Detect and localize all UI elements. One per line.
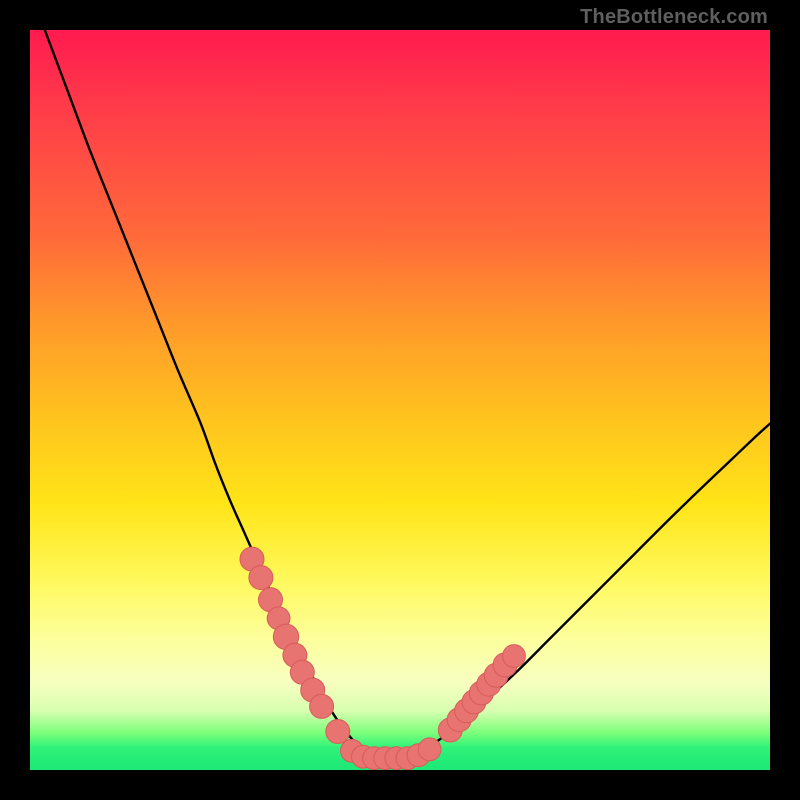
plot-background (30, 30, 770, 770)
chart-frame: TheBottleneck.com (0, 0, 800, 800)
attribution-label: TheBottleneck.com (580, 6, 768, 29)
